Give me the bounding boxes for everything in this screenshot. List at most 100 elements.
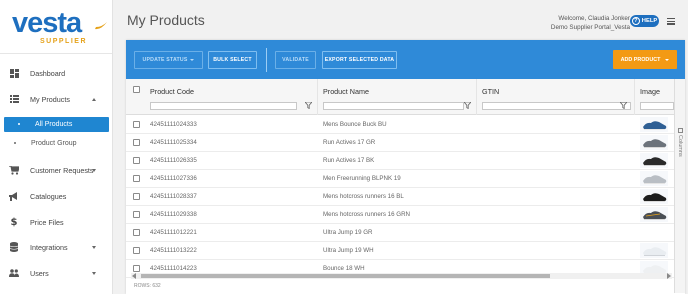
list-icon: [9, 94, 19, 104]
row-count-label: ROWS: 632: [134, 283, 161, 289]
product-name-cell: Ultra Jump 19 WH: [323, 247, 374, 254]
product-name-cell: Bounce 18 WH: [323, 265, 365, 272]
product-code-cell: 42451111029338: [150, 211, 197, 218]
dashboard-icon: [9, 68, 19, 78]
column-header-image[interactable]: Image: [640, 87, 660, 96]
scroll-left-arrow-icon[interactable]: [132, 273, 136, 279]
column-header-product-code[interactable]: Product Code: [150, 87, 194, 96]
scrollbar-thumb[interactable]: [141, 274, 550, 278]
filter-icon[interactable]: [305, 102, 312, 109]
horizontal-scrollbar[interactable]: [131, 273, 672, 279]
sidebar-item-label: Customer Requests: [30, 165, 94, 175]
table-row[interactable]: 42451111013222 Ultra Jump 19 WH: [126, 242, 674, 260]
export-label: EXPORT SELECTED DATA: [324, 57, 395, 63]
product-code-filter-input[interactable]: [150, 102, 297, 110]
sidebar-item-label: Price Files: [30, 217, 64, 227]
sidebar-item-label: All Products: [35, 121, 73, 128]
product-name-cell: Men Freerunning BLPNK 19: [323, 175, 401, 182]
table-row[interactable]: 42451111025334 Run Actives 17 GR: [126, 134, 674, 152]
product-code-cell: 42451111024333: [150, 121, 197, 128]
sidebar-item-users[interactable]: Users: [0, 262, 112, 284]
gtin-filter-input[interactable]: [482, 102, 631, 110]
sidebar-item-my-products[interactable]: My Products: [0, 88, 112, 110]
sidebar-item-label: Users: [30, 268, 49, 278]
product-code-cell: 42451111027336: [150, 175, 197, 182]
filter-icon[interactable]: [620, 102, 627, 109]
product-name-cell: Mens Bounce Buck BU: [323, 121, 387, 128]
sidebar-item-label: Dashboard: [30, 68, 66, 78]
logo-wordmark: vesta: [12, 7, 82, 39]
product-name-cell: Mens hotcross runners 16 BL: [323, 193, 404, 200]
page-title: My Products: [127, 12, 205, 28]
columns-tool-panel-tab[interactable]: Columns: [674, 79, 685, 293]
row-checkbox[interactable]: [133, 229, 140, 236]
welcome-portal: Demo Supplier Portal_Vesta: [550, 24, 630, 31]
scroll-right-arrow-icon[interactable]: [667, 273, 671, 279]
export-selected-data-button[interactable]: EXPORT SELECTED DATA: [322, 51, 397, 69]
sidebar: vesta SUPPLIER Dashboard My Products All…: [0, 0, 113, 294]
sidebar-item-catalogues[interactable]: Catalogues: [0, 185, 112, 207]
image-filter-input[interactable]: [640, 102, 674, 110]
toolbar-divider: [266, 48, 267, 72]
sidebar-item-product-group[interactable]: Product Group: [0, 134, 112, 152]
logo-swoosh-icon: [95, 22, 107, 30]
row-checkbox[interactable]: [133, 121, 140, 128]
sidebar-item-price-files[interactable]: $ Price Files: [0, 211, 112, 233]
sidebar-item-dashboard[interactable]: Dashboard: [0, 62, 112, 84]
shoe-thumbnail: [640, 243, 668, 258]
column-divider: [634, 79, 635, 115]
table-row[interactable]: 42451111024333 Mens Bounce Buck BU: [126, 116, 674, 134]
logo-subtitle: SUPPLIER: [40, 38, 88, 45]
database-icon: [9, 242, 19, 252]
add-product-button[interactable]: ADD PRODUCT: [613, 50, 677, 69]
welcome-user: Welcome, Claudia Jonker: [558, 15, 630, 22]
bullet-icon: [14, 142, 16, 144]
filter-icon[interactable]: [464, 102, 471, 109]
grid-toolbar: UPDATE STATUS BULK SELECT VALIDATE EXPOR…: [126, 40, 685, 79]
dollar-icon: $: [10, 216, 18, 228]
sidebar-item-customer-requests[interactable]: Customer Requests: [0, 159, 112, 181]
add-product-label: ADD PRODUCT: [620, 56, 661, 63]
grid-header: Product Code Product Name GTIN Image: [126, 79, 674, 115]
help-label: HELP: [641, 18, 658, 24]
bulk-select-button[interactable]: BULK SELECT: [208, 51, 257, 69]
update-status-button[interactable]: UPDATE STATUS: [134, 51, 203, 69]
shoe-thumbnail: [640, 135, 668, 150]
chevron-down-icon: [92, 245, 96, 249]
sidebar-item-integrations[interactable]: Integrations: [0, 236, 112, 258]
help-button[interactable]: ? HELP: [630, 15, 659, 27]
row-checkbox[interactable]: [133, 193, 140, 200]
table-row[interactable]: 42451111027336 Men Freerunning BLPNK 19: [126, 170, 674, 188]
product-code-cell: 42451111012221: [150, 229, 197, 236]
row-checkbox[interactable]: [133, 247, 140, 254]
column-header-gtin[interactable]: GTIN: [482, 87, 499, 96]
product-name-cell: Run Actives 17 GR: [323, 139, 376, 146]
question-icon: ?: [631, 17, 640, 25]
columns-tab-label: Columns: [677, 135, 683, 157]
chevron-up-icon: [92, 97, 96, 101]
chevron-down-icon: [665, 58, 670, 61]
users-icon: [9, 268, 19, 278]
row-checkbox[interactable]: [133, 139, 140, 146]
shoe-thumbnail: [640, 153, 668, 168]
bullet-icon: [18, 123, 20, 125]
chevron-down-icon: [190, 59, 195, 61]
select-all-checkbox[interactable]: [133, 86, 140, 93]
row-checkbox[interactable]: [133, 175, 140, 182]
validate-button[interactable]: VALIDATE: [275, 51, 316, 69]
table-row[interactable]: 42451111026335 Run Actives 17 BK: [126, 152, 674, 170]
column-header-product-name[interactable]: Product Name: [323, 87, 369, 96]
vesta-logo[interactable]: vesta SUPPLIER: [12, 7, 107, 48]
table-row[interactable]: 42451111029338 Mens hotcross runners 16 …: [126, 206, 674, 224]
row-checkbox[interactable]: [133, 211, 140, 218]
row-checkbox[interactable]: [133, 265, 140, 272]
product-name-filter-input[interactable]: [323, 102, 464, 110]
row-checkbox[interactable]: [133, 157, 140, 164]
column-divider: [317, 79, 318, 115]
product-code-cell: 42451111025334: [150, 139, 197, 146]
sidebar-item-all-products[interactable]: All Products: [4, 117, 109, 132]
product-name-cell: Mens hotcross runners 16 GRN: [323, 211, 411, 218]
table-row[interactable]: 42451111028337 Mens hotcross runners 16 …: [126, 188, 674, 206]
hamburger-menu-icon[interactable]: [667, 18, 675, 25]
table-row[interactable]: 42451111012221 Ultra Jump 19 GR: [126, 224, 674, 242]
